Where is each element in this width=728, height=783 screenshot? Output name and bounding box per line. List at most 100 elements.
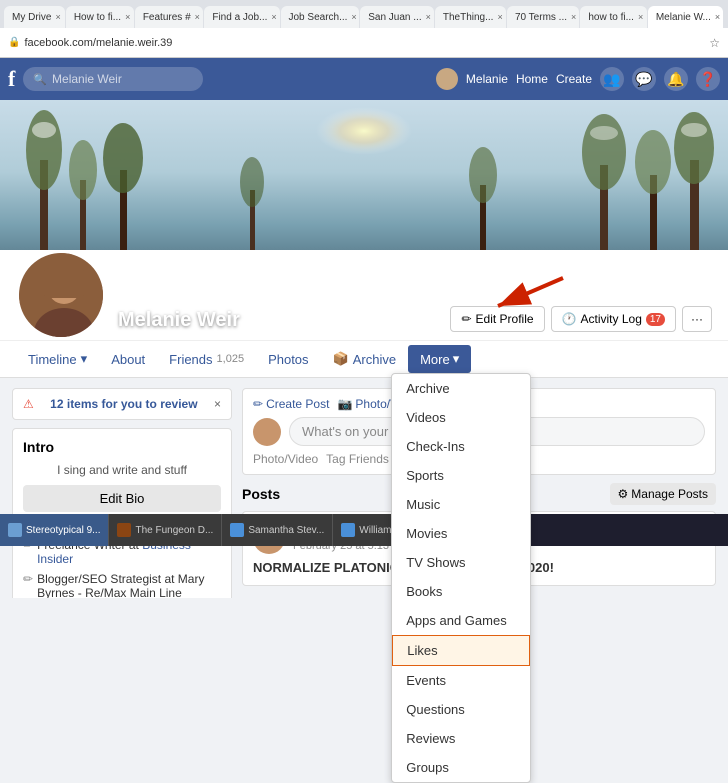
tab-close-icon[interactable]: × xyxy=(638,12,643,22)
more-nav-button[interactable]: More ▾ xyxy=(408,345,471,373)
more-dots-button[interactable]: ··· xyxy=(682,306,712,332)
dropdown-likes[interactable]: Likes xyxy=(392,635,530,666)
taskbar-icon xyxy=(8,523,22,537)
dropdown-music[interactable]: Music xyxy=(392,490,530,519)
url-display: facebook.com/melanie.weir.39 xyxy=(24,37,705,49)
post-user-avatar xyxy=(253,418,281,446)
info-blogger: ✏ Blogger/SEO Strategist at Mary Byrnes … xyxy=(23,572,221,598)
edit-profile-button[interactable]: ✏ Edit Profile xyxy=(450,306,544,332)
intro-text: I sing and write and stuff xyxy=(23,463,221,477)
profile-nav: Timeline ▾ About Friends 1,025 Photos 📦 … xyxy=(0,340,728,377)
dropdown-books[interactable]: Books xyxy=(392,577,530,606)
taskbar-label3: Samantha Stev... xyxy=(248,525,324,536)
taskbar-label: Stereotypical 9... xyxy=(26,525,100,536)
create-post-button[interactable]: ✏ Create Post xyxy=(253,397,329,411)
messages-icon[interactable]: 💬 xyxy=(632,67,656,91)
taskbar-icon2 xyxy=(117,523,131,537)
tab-jobsearch[interactable]: Job Search...× xyxy=(281,6,360,28)
more-dropdown-menu: Archive Videos Check-Ins Sports Music Mo… xyxy=(391,373,531,783)
review-close-icon[interactable]: × xyxy=(214,397,221,411)
facebook-logo: f xyxy=(8,66,15,92)
nav-home[interactable]: Home xyxy=(516,72,548,86)
browser-chrome: My Drive× How to fi...× Features #× Find… xyxy=(0,0,728,58)
taskbar-tab-samantha[interactable]: Samantha Stev... xyxy=(222,514,333,546)
taskbar-tabs: Stereotypical 9... The Fungeon D... Sama… xyxy=(0,514,728,546)
taskbar-tab-fungeon[interactable]: The Fungeon D... xyxy=(109,514,222,546)
nav-timeline[interactable]: Timeline ▾ xyxy=(16,341,99,377)
nav-about[interactable]: About xyxy=(99,342,157,377)
facebook-nav: f 🔍 Melanie Home Create 👥 💬 🔔 ❓ xyxy=(0,58,728,100)
tab-close-icon[interactable]: × xyxy=(195,12,200,22)
manage-posts-button[interactable]: ⚙ Manage Posts xyxy=(610,483,716,505)
nav-links: Melanie Home Create 👥 💬 🔔 ❓ xyxy=(436,67,720,91)
media-photo-btn[interactable]: Photo/Video xyxy=(253,452,318,466)
plus-icon: ✏ xyxy=(253,397,263,411)
posts-title: Posts xyxy=(242,486,280,502)
nav-archive[interactable]: 📦 Archive xyxy=(321,341,409,377)
tab-close-icon[interactable]: × xyxy=(351,12,356,22)
dropdown-reviews[interactable]: Reviews xyxy=(392,724,530,753)
tab-job[interactable]: Find a Job...× xyxy=(204,6,279,28)
tab-close-icon[interactable]: × xyxy=(497,12,502,22)
dropdown-apps[interactable]: Apps and Games xyxy=(392,606,530,635)
profile-top: Melanie Weir ✏ Edit Profile 🕐 Activity L… xyxy=(0,250,728,340)
notifications-icon[interactable]: 🔔 xyxy=(664,67,688,91)
search-icon: 🔍 xyxy=(33,73,47,86)
tab-bar: My Drive× How to fi...× Features #× Find… xyxy=(0,0,728,28)
activity-log-button[interactable]: 🕐 Activity Log 17 xyxy=(551,306,676,332)
nav-friends[interactable]: Friends 1,025 xyxy=(157,342,256,377)
dropdown-groups[interactable]: Groups xyxy=(392,753,530,782)
tab-close-icon[interactable]: × xyxy=(426,12,431,22)
tab-melanie[interactable]: Melanie W...× xyxy=(648,6,723,28)
search-input[interactable] xyxy=(52,72,192,86)
tab-sanjuan[interactable]: San Juan ...× xyxy=(360,6,434,28)
address-bar: 🔒 facebook.com/melanie.weir.39 ☆ xyxy=(0,28,728,58)
archive-icon: 📦 xyxy=(333,351,349,367)
nav-avatar xyxy=(436,68,458,90)
tab-my-drive[interactable]: My Drive× xyxy=(4,6,65,28)
bookmark-icon[interactable]: ☆ xyxy=(709,36,720,50)
tab-close-icon[interactable]: × xyxy=(571,12,576,22)
tab-features[interactable]: Features #× xyxy=(135,6,204,28)
dropdown-videos[interactable]: Videos xyxy=(392,403,530,432)
tab-howto[interactable]: How to fi...× xyxy=(66,6,134,28)
tab-thething[interactable]: TheThing...× xyxy=(435,6,506,28)
help-icon[interactable]: ❓ xyxy=(696,67,720,91)
search-bar[interactable]: 🔍 xyxy=(23,67,203,91)
nav-photos[interactable]: Photos xyxy=(256,342,320,377)
tab-close-icon[interactable]: × xyxy=(715,12,720,22)
tab-70terms[interactable]: 70 Terms ...× xyxy=(507,6,579,28)
media-tag-btn[interactable]: Tag Friends xyxy=(326,452,389,466)
work-icon3: ✏ xyxy=(23,572,33,586)
tab-close-icon[interactable]: × xyxy=(55,12,60,22)
clock-icon: 🕐 xyxy=(562,312,577,326)
intro-box: Intro I sing and write and stuff Edit Bi… xyxy=(12,428,232,598)
pencil-icon: ✏ xyxy=(461,312,471,326)
nav-name[interactable]: Melanie xyxy=(466,72,508,86)
profile-section: Melanie Weir ✏ Edit Profile 🕐 Activity L… xyxy=(0,250,728,378)
dropdown-checkins[interactable]: Check-Ins xyxy=(392,432,530,461)
dropdown-archive[interactable]: Archive xyxy=(392,374,530,403)
review-icon: ⚠ xyxy=(23,397,34,411)
review-count: 12 items for you to review xyxy=(50,397,197,411)
tab-close-icon[interactable]: × xyxy=(271,12,276,22)
profile-name: Melanie Weir xyxy=(118,309,240,332)
taskbar-tab-stereotypical[interactable]: Stereotypical 9... xyxy=(0,514,109,546)
friends-icon[interactable]: 👥 xyxy=(600,67,624,91)
left-column: ⚠ 12 items for you to review × Intro I s… xyxy=(12,388,232,588)
nav-create[interactable]: Create xyxy=(556,72,592,86)
chevron-down-icon: ▾ xyxy=(81,351,88,367)
taskbar-label2: The Fungeon D... xyxy=(135,525,213,536)
edit-bio-button[interactable]: Edit Bio xyxy=(23,485,221,512)
taskbar: Stereotypical 9... The Fungeon D... Sama… xyxy=(0,514,728,546)
taskbar-icon3 xyxy=(230,523,244,537)
dropdown-questions[interactable]: Questions xyxy=(392,695,530,724)
more-dropdown-container: More ▾ Archive Videos Check-Ins Sports M… xyxy=(408,345,471,373)
main-content: ⚠ 12 items for you to review × Intro I s… xyxy=(0,378,728,598)
dropdown-events[interactable]: Events xyxy=(392,666,530,695)
dropdown-tvshows[interactable]: TV Shows xyxy=(392,548,530,577)
tab-close-icon[interactable]: × xyxy=(125,12,130,22)
dropdown-sports[interactable]: Sports xyxy=(392,461,530,490)
tab-howto2[interactable]: how to fi...× xyxy=(580,6,646,28)
dropdown-movies[interactable]: Movies xyxy=(392,519,530,548)
